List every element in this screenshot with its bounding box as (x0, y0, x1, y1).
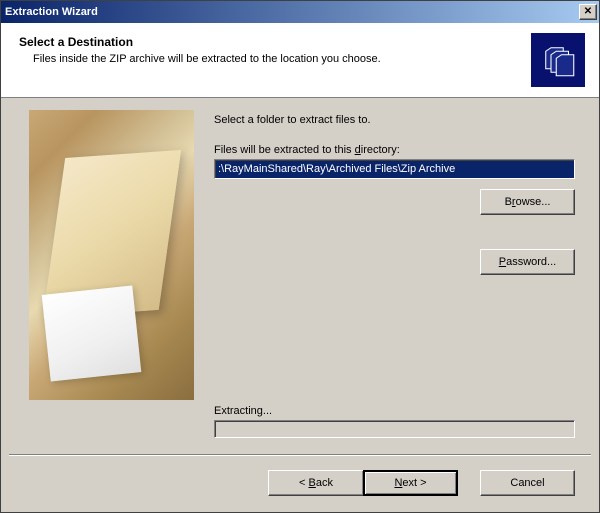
form-area: Select a folder to extract files to. Fil… (214, 110, 575, 438)
progress-bar (214, 420, 575, 438)
password-button[interactable]: Password... (480, 249, 575, 275)
header-text-block: Select a Destination Files inside the ZI… (19, 33, 531, 67)
back-button[interactable]: < Back (268, 470, 363, 496)
wizard-header: Select a Destination Files inside the ZI… (1, 23, 599, 98)
page-title: Select a Destination (19, 35, 531, 49)
wizard-footer: < Back Next > Cancel (1, 456, 599, 512)
titlebar: Extraction Wizard ✕ (1, 1, 599, 23)
directory-label: Files will be extracted to this director… (214, 144, 575, 156)
cancel-button[interactable]: Cancel (480, 470, 575, 496)
nav-button-group: < Back Next > (268, 470, 458, 496)
directory-input[interactable] (214, 159, 575, 179)
close-button[interactable]: ✕ (579, 4, 597, 20)
extracting-label: Extracting... (214, 405, 575, 417)
close-icon: ✕ (584, 7, 592, 17)
page-description: Files inside the ZIP archive will be ext… (19, 52, 439, 67)
wizard-body: Select a folder to extract files to. Fil… (1, 98, 599, 448)
decorative-folder-image (29, 110, 194, 400)
window-title: Extraction Wizard (5, 6, 579, 18)
folders-icon (531, 33, 585, 87)
next-button[interactable]: Next > (363, 470, 458, 496)
browse-button[interactable]: Browse... (480, 189, 575, 215)
instruction-text: Select a folder to extract files to. (214, 114, 575, 126)
extraction-wizard-window: Extraction Wizard ✕ Select a Destination… (0, 0, 600, 513)
